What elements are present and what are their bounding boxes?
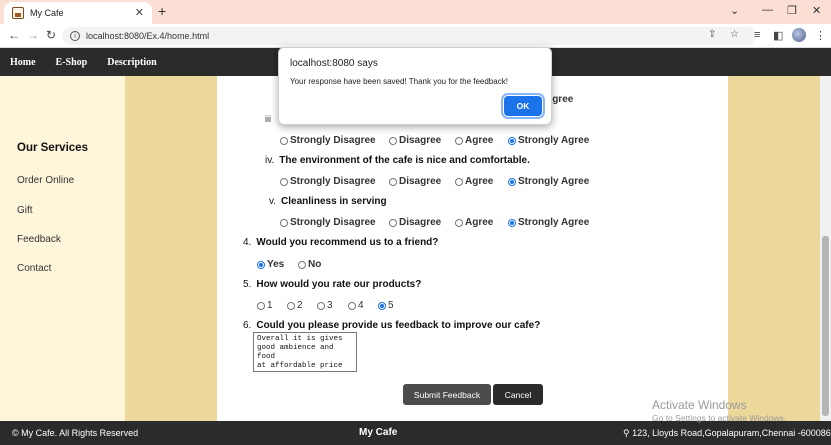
share-icon[interactable]: ⇪ (708, 29, 716, 40)
iv-option-strongly-agree[interactable]: Strongly Agree (508, 176, 589, 187)
radio-icon[interactable] (455, 136, 463, 145)
decor-column-left (125, 76, 217, 421)
question-4: 4. Would you recommend us to a friend? (243, 237, 439, 248)
services-title: Our Services (17, 142, 88, 154)
close-tab-icon[interactable]: ✕ (135, 6, 144, 19)
alert-dialog: localhost:8080 says Your response have b… (278, 47, 552, 125)
q5-option-3[interactable]: 3 (317, 300, 333, 311)
iv-option-strongly-disagree[interactable]: Strongly Disagree (280, 176, 376, 187)
profile-avatar[interactable] (792, 28, 806, 42)
radio-selected-icon[interactable] (508, 136, 516, 145)
nav-home[interactable]: Home (10, 57, 36, 68)
footer-address: ⚲ 123, Lloyds Road,Gopalapuram,Chennai -… (623, 428, 831, 438)
radio-selected-icon[interactable] (378, 301, 386, 310)
iii-option-strongly-agree[interactable]: Strongly Agree (508, 135, 589, 146)
radio-icon[interactable] (280, 177, 288, 186)
close-window-icon[interactable]: ✕ (812, 4, 821, 17)
alert-origin: localhost:8080 says (290, 58, 378, 69)
services-sidebar: Our Services Order Online Gift Feedback … (0, 76, 125, 421)
q5-option-2[interactable]: 2 (287, 300, 303, 311)
q5-option-5[interactable]: 5 (378, 300, 394, 311)
radio-icon[interactable] (280, 218, 288, 227)
v-option-strongly-agree[interactable]: Strongly Agree (508, 217, 589, 228)
q4-option-yes[interactable]: Yes (257, 259, 284, 270)
sidebar-item-order-online[interactable]: Order Online (17, 175, 74, 186)
radio-icon[interactable] (257, 301, 265, 310)
location-pin-icon: ⚲ (623, 428, 630, 438)
side-panel-icon[interactable]: ◧ (773, 29, 783, 42)
radio-icon[interactable] (280, 136, 288, 145)
radio-selected-icon[interactable] (508, 177, 516, 186)
feedback-textarea[interactable]: Overall it is gives good ambience and fo… (253, 332, 357, 372)
page-scrollbar[interactable] (820, 76, 831, 421)
site-footer: © My Cafe. All Rights Reserved My Cafe ⚲… (0, 421, 831, 445)
page-body: Our Services Order Online Gift Feedback … (0, 76, 831, 421)
chevron-down-icon[interactable]: ⌄ (730, 4, 739, 17)
browser-toolbar: ← → ↻ i localhost:8080/Ex.4/home.html ⇪ … (0, 24, 831, 48)
radio-icon[interactable] (389, 136, 397, 145)
question-5: 5. How would you rate our products? (243, 279, 422, 290)
sidebar-item-gift[interactable]: Gift (17, 205, 33, 216)
reading-list-icon[interactable]: ≡ (754, 29, 760, 41)
subquestion-iii-numeral: iii (265, 114, 271, 124)
radio-selected-icon[interactable] (257, 260, 265, 269)
new-tab-icon[interactable]: + (158, 3, 166, 19)
footer-brand: My Cafe (359, 427, 398, 438)
decor-column-right (728, 76, 820, 421)
radio-icon[interactable] (287, 301, 295, 310)
cancel-button[interactable]: Cancel (493, 384, 543, 405)
watermark-line1: Activate Windows (652, 398, 747, 412)
radio-icon[interactable] (348, 301, 356, 310)
subquestion-v: v. Cleanliness in serving (269, 196, 387, 207)
radio-icon[interactable] (455, 177, 463, 186)
watermark-line2: Go to Settings to activate Windows. (652, 413, 787, 423)
nav-eshop[interactable]: E-Shop (56, 57, 88, 68)
menu-kebab-icon[interactable]: ⋮ (815, 29, 826, 42)
cafe-favicon-icon (12, 7, 24, 19)
radio-icon[interactable] (317, 301, 325, 310)
address-bar[interactable]: i localhost:8080/Ex.4/home.html ⇪ ☆ (62, 27, 756, 45)
iv-option-agree[interactable]: Agree (455, 176, 493, 187)
alert-message: Your response have been saved! Thank you… (290, 77, 508, 86)
radio-icon[interactable] (455, 218, 463, 227)
q5-option-4[interactable]: 4 (348, 300, 364, 311)
url-text: localhost:8080/Ex.4/home.html (86, 31, 210, 41)
radio-icon[interactable] (389, 218, 397, 227)
sidebar-item-contact[interactable]: Contact (17, 263, 51, 274)
subquestion-iv: iv. The environment of the cafe is nice a… (265, 155, 530, 166)
forward-icon[interactable]: → (27, 28, 39, 42)
restore-icon[interactable]: ❐ (787, 4, 797, 17)
iii-option-disagree[interactable]: Disagree (389, 135, 441, 146)
q4-option-no[interactable]: No (298, 259, 321, 270)
iii-option-agree[interactable]: Agree (455, 135, 493, 146)
radio-selected-icon[interactable] (508, 218, 516, 227)
activate-windows-watermark: Activate Windows Go to Settings to activ… (652, 398, 786, 423)
footer-copyright: © My Cafe. All Rights Reserved (12, 428, 139, 438)
nav-description[interactable]: Description (107, 57, 156, 68)
q5-option-1[interactable]: 1 (257, 300, 273, 311)
iii-option-strongly-disagree[interactable]: Strongly Disagree (280, 135, 376, 146)
bookmark-star-icon[interactable]: ☆ (730, 29, 739, 40)
v-option-disagree[interactable]: Disagree (389, 217, 441, 228)
feedback-form: y Agree iii Strongly Disagree Disagree A… (217, 76, 728, 421)
v-option-agree[interactable]: Agree (455, 217, 493, 228)
v-option-strongly-disagree[interactable]: Strongly Disagree (280, 217, 376, 228)
sidebar-item-feedback[interactable]: Feedback (17, 234, 61, 245)
iv-option-disagree[interactable]: Disagree (389, 176, 441, 187)
back-icon[interactable]: ← (8, 28, 20, 42)
alert-ok-button[interactable]: OK (501, 93, 545, 119)
browser-tabstrip: My Cafe ✕ + ⌄ — ❐ ✕ (0, 0, 831, 24)
minimize-icon[interactable]: — (762, 4, 773, 16)
browser-tab[interactable]: My Cafe ✕ (4, 2, 152, 24)
site-info-icon[interactable]: i (70, 31, 80, 41)
tab-title: My Cafe (30, 8, 64, 18)
reload-icon[interactable]: ↻ (46, 28, 56, 42)
submit-feedback-button[interactable]: Submit Feedback (403, 384, 491, 405)
radio-icon[interactable] (389, 177, 397, 186)
question-6: 6. Could you please provide us feedback t… (243, 320, 541, 331)
radio-icon[interactable] (298, 260, 306, 269)
scrollbar-thumb[interactable] (822, 236, 829, 416)
